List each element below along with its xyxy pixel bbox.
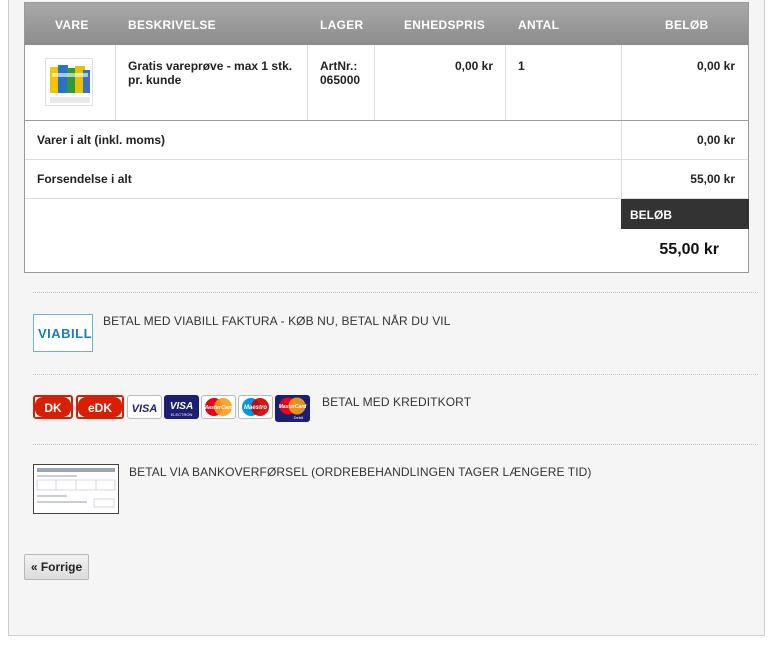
previous-button[interactable]: « Forrige (24, 554, 89, 580)
column-header-vare: VARE (55, 18, 89, 32)
bank-transfer-payment-option[interactable]: BETAL VIA BANKOVERFØRSEL (ORDREBEHANDLIN… (129, 465, 592, 479)
bank-form-icon (36, 468, 116, 508)
card-payment-option[interactable]: BETAL MED KREDITKORT (322, 395, 471, 409)
column-header-antal: ANTAL (518, 18, 560, 32)
edankort-icon: eDK (78, 397, 122, 417)
total-header-label: BELØB (630, 208, 672, 222)
item-artnr-value: 065000 (320, 73, 361, 87)
mastercard-debit-icon: MasterCard Debit (279, 397, 307, 420)
visa-electron-icon: VISA ELECTRON (170, 401, 193, 417)
visa-logo-text: VISA (132, 403, 158, 415)
mastercard-debit-logo-text: MasterCard (279, 404, 307, 410)
items-total-label: Varer i alt (inkl. moms) (37, 133, 166, 147)
item-unit-price: 0,00 kr (454, 59, 493, 73)
grand-total: 55,00 kr (659, 241, 719, 258)
cell-divider (505, 45, 506, 120)
cart-table: VARE BESKRIVELSE LAGER ENHEDSPRIS ANTAL … (24, 2, 749, 273)
column-header-beskrivelse: BESKRIVELSE (128, 18, 216, 32)
total-header: BELØB (621, 199, 749, 229)
viabill-icon: VIABILL (38, 326, 92, 341)
product-thumbnail[interactable] (45, 58, 93, 106)
maestro-icon: Maestro (242, 398, 269, 416)
visa-electron-logo-text: VISA (170, 401, 193, 412)
mastercard-logo[interactable]: MasterCard (201, 395, 236, 419)
row-divider (25, 120, 748, 121)
product-image-icon (50, 65, 90, 103)
maestro-logo-text: Maestro (244, 405, 267, 411)
item-description-line1: Gratis vareprøve - max 1 stk. (128, 59, 293, 73)
debit-text: Debit (294, 415, 304, 420)
visa-icon: VISA (132, 403, 158, 415)
cell-divider (374, 45, 375, 120)
mastercard-logo-text: MasterCard (203, 405, 234, 411)
separator (33, 374, 758, 375)
separator (33, 292, 758, 293)
item-artnr-label: ArtNr.: (320, 59, 358, 73)
column-header-enhedspris: ENHEDSPRIS (404, 18, 486, 32)
dankort-logo-text: DK (44, 401, 62, 415)
column-header-lager: LAGER (320, 18, 364, 32)
cell-divider (621, 45, 622, 199)
mastercard-icon: MasterCard (203, 398, 234, 416)
separator (33, 444, 758, 445)
column-header-belob: BELØB (665, 18, 709, 32)
dankort-icon: DK (35, 397, 71, 417)
shipping-value: 55,00 kr (690, 172, 735, 186)
edankort-logo-text: eDK (88, 401, 112, 415)
dankort-logo[interactable]: DK (33, 395, 73, 419)
cart-table-header: VARE BESKRIVELSE LAGER ENHEDSPRIS ANTAL … (25, 3, 748, 45)
edankort-logo[interactable]: eDK (76, 395, 124, 419)
mastercard-debit-logo[interactable]: MasterCard Debit (275, 395, 310, 422)
cell-divider (115, 45, 116, 120)
viabill-logo-text: VIABILL (38, 326, 92, 341)
visa-logo[interactable]: VISA (127, 395, 162, 419)
row-divider (25, 159, 748, 160)
item-quantity: 1 (518, 59, 525, 73)
bank-transfer-logo[interactable] (33, 464, 119, 514)
item-amount: 0,00 kr (696, 59, 735, 73)
checkout-panel: VARE BESKRIVELSE LAGER ENHEDSPRIS ANTAL … (8, 0, 765, 636)
shipping-label: Forsendelse i alt (37, 172, 132, 186)
cell-divider (307, 45, 308, 120)
viabill-payment-option[interactable]: BETAL MED VIABILL FAKTURA - KØB NU, BETA… (103, 314, 451, 328)
visa-electron-logo[interactable]: VISA ELECTRON (164, 395, 199, 419)
viabill-logo[interactable]: VIABILL (33, 314, 93, 352)
items-total-value: 0,00 kr (696, 133, 735, 147)
item-description-line2: pr. kunde (128, 73, 182, 87)
maestro-logo[interactable]: Maestro (238, 395, 273, 419)
visa-electron-sub-text: ELECTRON (171, 412, 193, 417)
